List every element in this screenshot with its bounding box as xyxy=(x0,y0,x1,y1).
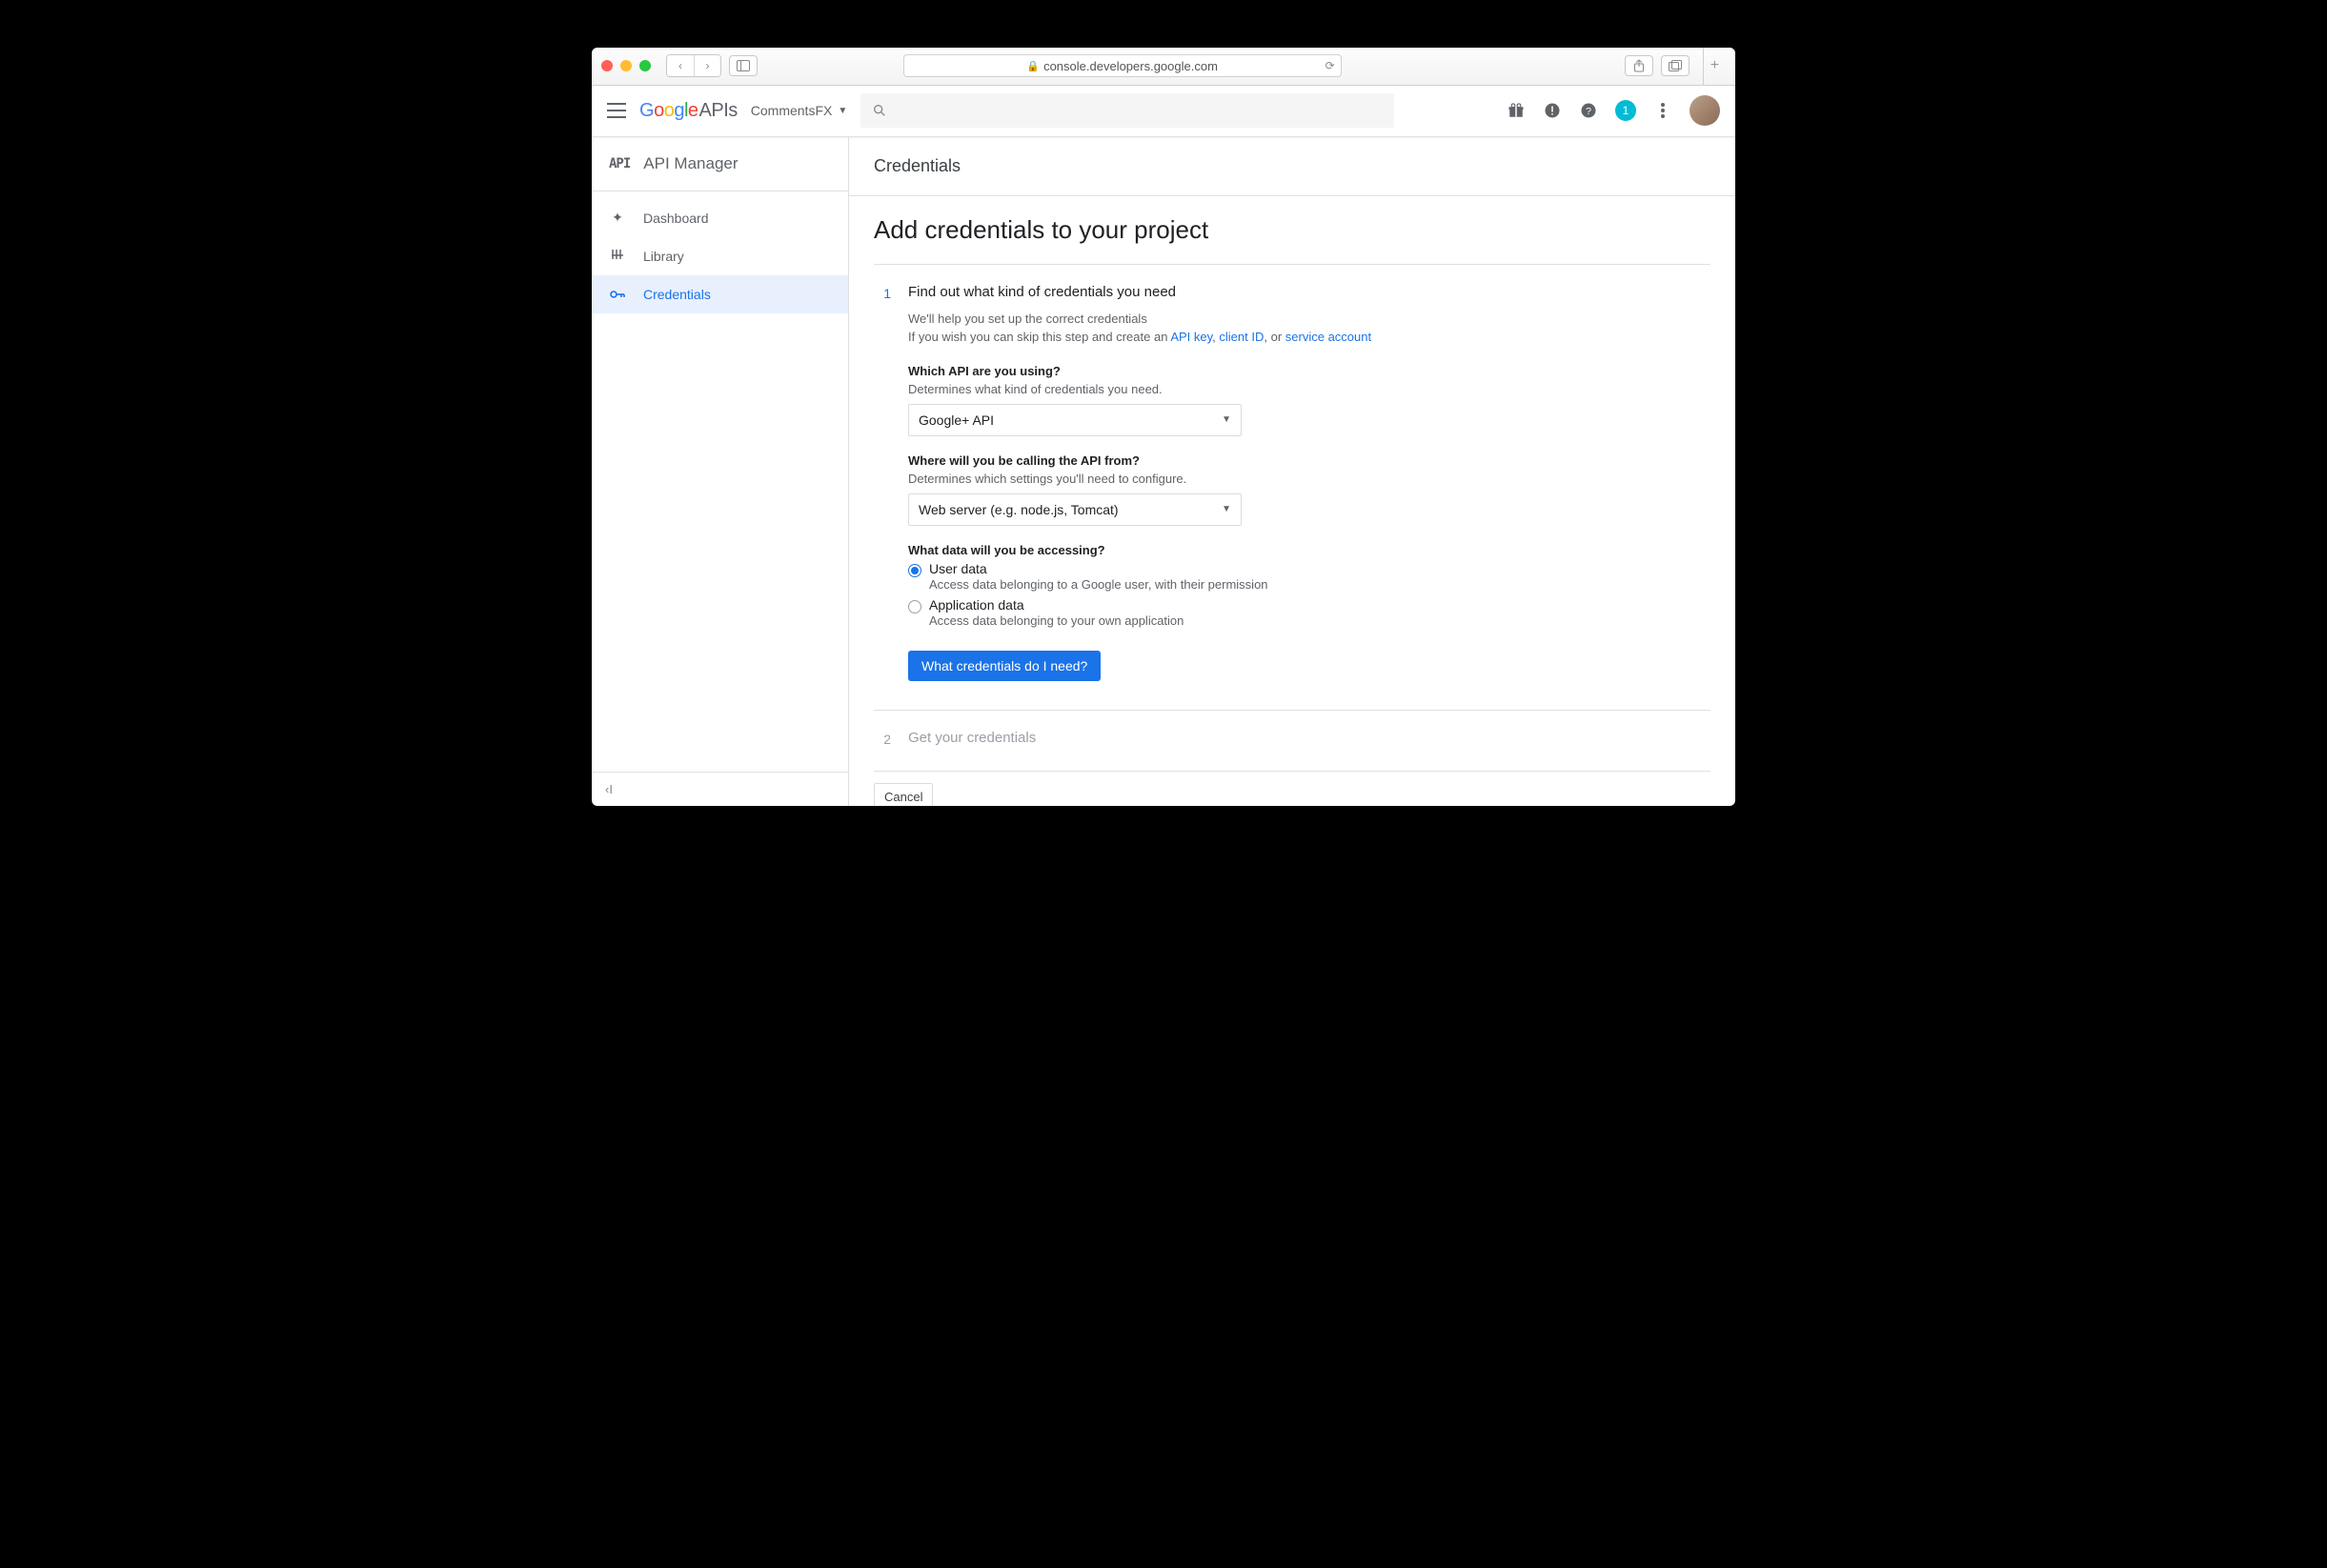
search-icon xyxy=(872,103,887,118)
google-apis-logo[interactable]: GoogleAPIs xyxy=(639,100,738,122)
project-name: CommentsFX xyxy=(751,103,833,118)
window-controls xyxy=(601,60,651,71)
radio-label: User data xyxy=(929,561,987,576)
step-title: Get your credentials xyxy=(908,730,1710,746)
sidebar-item-label: Library xyxy=(643,249,684,264)
more-menu-icon[interactable] xyxy=(1653,101,1672,120)
select-value: Web server (e.g. node.js, Tomcat) xyxy=(919,502,1119,517)
minimize-window-button[interactable] xyxy=(620,60,632,71)
dashboard-icon: ✦ xyxy=(609,210,626,226)
radio-description: Access data belonging to your own applic… xyxy=(929,613,1710,628)
sidebar-icon xyxy=(737,60,750,71)
reload-icon[interactable]: ⟳ xyxy=(1325,59,1335,72)
cancel-button[interactable]: Cancel xyxy=(874,783,933,806)
help-text: We'll help you set up the correct creden… xyxy=(908,310,1710,329)
alert-icon[interactable] xyxy=(1543,101,1562,120)
forward-button[interactable]: › xyxy=(694,55,720,76)
nav-back-forward: ‹ › xyxy=(666,54,721,77)
wizard-step-1: 1 Find out what kind of credentials you … xyxy=(874,276,1710,696)
field-hint: Determines what kind of credentials you … xyxy=(908,382,1710,396)
caret-down-icon: ▼ xyxy=(1222,504,1231,514)
what-credentials-button[interactable]: What credentials do I need? xyxy=(908,651,1101,681)
key-icon xyxy=(609,287,626,302)
api-icon: API xyxy=(609,156,630,171)
radio-description: Access data belonging to a Google user, … xyxy=(929,577,1710,592)
page-title: Add credentials to your project xyxy=(874,215,1710,245)
help-text: If you wish you can skip this step and c… xyxy=(908,328,1710,347)
browser-titlebar: ‹ › 🔒 console.developers.google.com ⟳ + xyxy=(592,48,1735,86)
select-calling-from[interactable]: Web server (e.g. node.js, Tomcat) ▼ xyxy=(908,493,1242,526)
help-icon[interactable]: ? xyxy=(1579,101,1598,120)
search-input[interactable] xyxy=(860,93,1394,128)
radio-input[interactable] xyxy=(908,564,921,577)
back-button[interactable]: ‹ xyxy=(667,55,694,76)
link-client-id[interactable]: client ID xyxy=(1219,330,1264,344)
project-selector[interactable]: CommentsFX ▼ xyxy=(751,103,847,118)
select-value: Google+ API xyxy=(919,412,994,428)
field-label-data-access: What data will you be accessing? xyxy=(908,543,1710,557)
field-label-calling-from: Where will you be calling the API from? xyxy=(908,453,1710,468)
close-window-button[interactable] xyxy=(601,60,613,71)
sidebar-item-credentials[interactable]: Credentials xyxy=(592,275,848,313)
wizard-step-2: 2 Get your credentials xyxy=(874,722,1710,771)
gift-icon[interactable] xyxy=(1507,101,1526,120)
step-title: Find out what kind of credentials you ne… xyxy=(908,284,1710,300)
link-api-key[interactable]: API key xyxy=(1170,330,1212,344)
url-bar[interactable]: 🔒 console.developers.google.com ⟳ xyxy=(903,54,1342,77)
field-label-api: Which API are you using? xyxy=(908,364,1710,378)
fullscreen-window-button[interactable] xyxy=(639,60,651,71)
sidebar-item-label: Credentials xyxy=(643,287,711,302)
field-hint: Determines which settings you'll need to… xyxy=(908,472,1710,486)
app-header: GoogleAPIs CommentsFX ▼ xyxy=(592,86,1735,137)
sidebar: API API Manager ✦ Dashboard Library xyxy=(592,137,849,806)
menu-button[interactable] xyxy=(607,103,626,118)
step-number: 2 xyxy=(874,730,891,755)
share-button[interactable] xyxy=(1625,55,1653,76)
radio-input[interactable] xyxy=(908,600,921,613)
tabs-button[interactable] xyxy=(1661,55,1690,76)
notifications-badge[interactable]: 1 xyxy=(1615,100,1636,121)
sidebar-collapse-button[interactable]: ‹I xyxy=(592,772,848,806)
account-avatar[interactable] xyxy=(1690,95,1720,126)
link-service-account[interactable]: service account xyxy=(1285,330,1371,344)
sidebar-item-dashboard[interactable]: ✦ Dashboard xyxy=(592,199,848,237)
library-icon xyxy=(609,248,626,264)
sidebar-title: API API Manager xyxy=(592,137,848,191)
tabs-icon xyxy=(1669,60,1682,71)
url-text: console.developers.google.com xyxy=(1043,59,1218,73)
svg-text:?: ? xyxy=(1586,106,1591,117)
content-area: Credentials Add credentials to your proj… xyxy=(849,137,1735,806)
lock-icon: 🔒 xyxy=(1026,60,1040,72)
radio-label: Application data xyxy=(929,597,1024,613)
sidebar-item-label: Dashboard xyxy=(643,211,709,226)
new-tab-button[interactable]: + xyxy=(1703,48,1726,86)
browser-window: ‹ › 🔒 console.developers.google.com ⟳ + xyxy=(592,48,1735,806)
radio-application-data[interactable]: Application data xyxy=(908,597,1710,613)
sidebar-toggle-button[interactable] xyxy=(729,55,758,76)
sidebar-item-library[interactable]: Library xyxy=(592,237,848,275)
share-icon xyxy=(1633,59,1645,72)
radio-user-data[interactable]: User data xyxy=(908,561,1710,577)
select-which-api[interactable]: Google+ API ▼ xyxy=(908,404,1242,436)
section-title: Credentials xyxy=(849,137,1735,196)
step-number: 1 xyxy=(874,284,891,681)
caret-down-icon: ▼ xyxy=(838,106,847,116)
caret-down-icon: ▼ xyxy=(1222,414,1231,425)
